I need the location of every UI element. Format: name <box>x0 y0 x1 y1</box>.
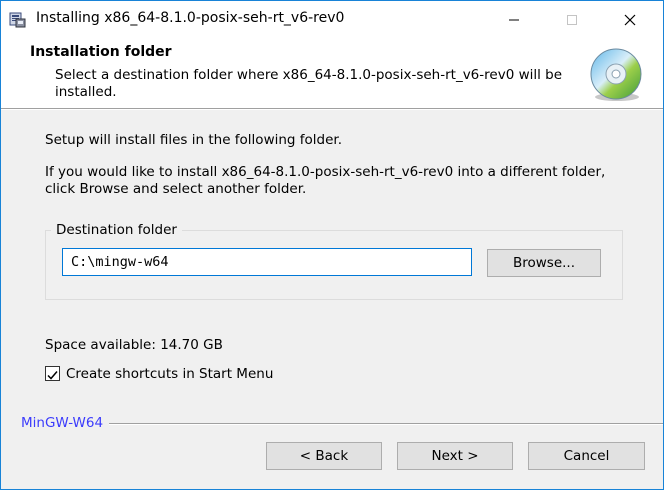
close-button[interactable] <box>607 1 653 39</box>
minimize-icon <box>508 11 520 30</box>
next-button[interactable]: Next > <box>397 442 513 470</box>
title-bar[interactable]: Installing x86_64-8.1.0-posix-seh-rt_v6-… <box>1 1 663 39</box>
footer-divider <box>109 423 663 425</box>
cd-icon <box>587 45 645 103</box>
create-shortcuts-label[interactable]: Create shortcuts in Start Menu <box>66 366 273 383</box>
cancel-button[interactable]: Cancel <box>528 442 645 470</box>
page-title: Installation folder <box>30 44 172 60</box>
space-available-text: Space available: 14.70 GB <box>45 337 223 353</box>
page-description: Select a destination folder where x86_64… <box>55 67 563 100</box>
destination-folder-label: Destination folder <box>51 222 182 238</box>
maximize-button <box>549 1 595 39</box>
close-icon <box>624 11 636 30</box>
header-divider <box>1 108 663 110</box>
create-shortcuts-checkbox[interactable] <box>45 366 60 381</box>
checkmark-icon <box>46 367 59 386</box>
page-header: Installation folder Select a destination… <box>1 39 663 108</box>
minimize-button[interactable] <box>491 1 537 39</box>
window-title: Installing x86_64-8.1.0-posix-seh-rt_v6-… <box>36 10 345 26</box>
back-button[interactable]: < Back <box>266 442 382 470</box>
brand-label: MinGW-W64 <box>21 415 104 431</box>
intro-text: Setup will install files in the followin… <box>45 132 343 148</box>
instructions-text: If you would like to install x86_64-8.1.… <box>45 164 606 197</box>
installer-app-icon <box>9 11 27 29</box>
maximize-icon <box>566 11 578 30</box>
installer-window: Installing x86_64-8.1.0-posix-seh-rt_v6-… <box>0 0 664 490</box>
destination-folder-input[interactable] <box>62 248 472 276</box>
browse-button[interactable]: Browse... <box>487 249 601 277</box>
